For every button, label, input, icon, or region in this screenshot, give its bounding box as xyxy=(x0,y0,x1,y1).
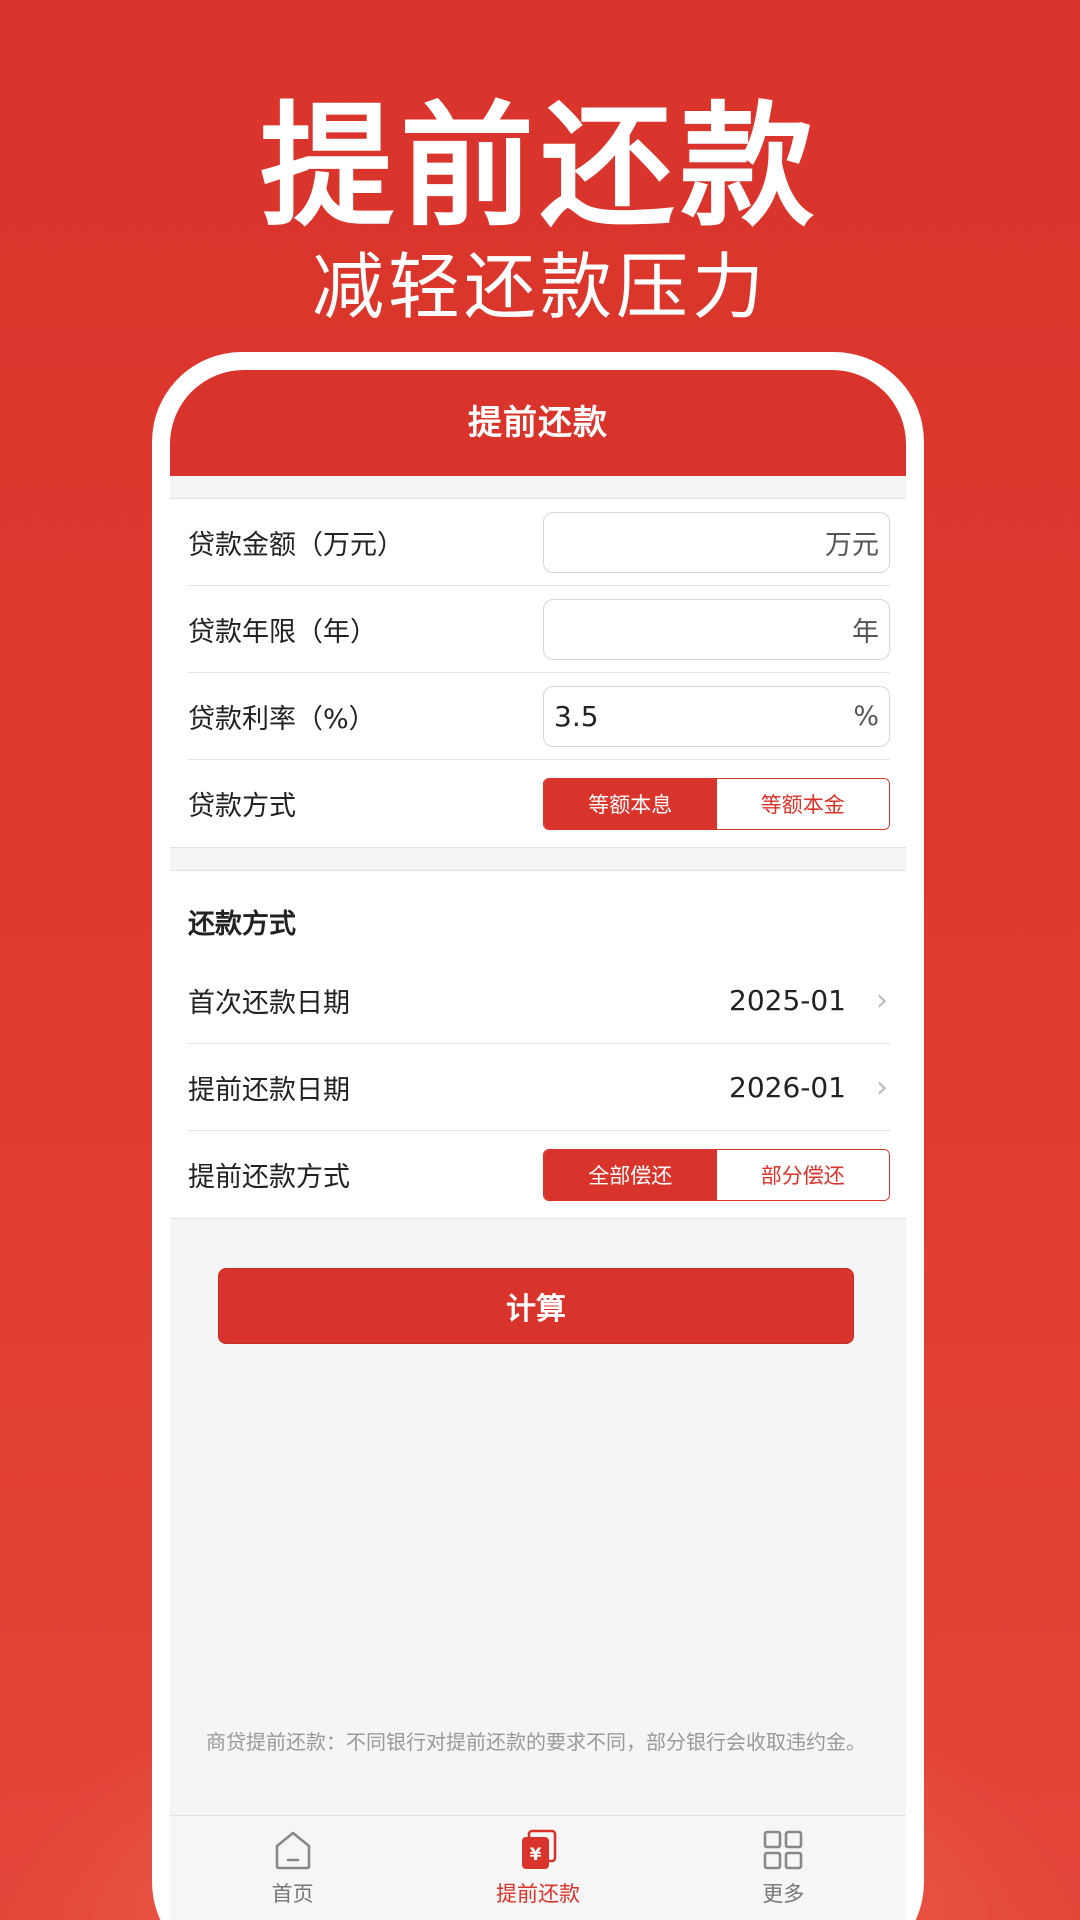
tab-more[interactable]: 更多 xyxy=(661,1816,906,1920)
prepay-date-value: 2026-01 xyxy=(729,1070,846,1104)
tab-home[interactable]: 首页 xyxy=(170,1816,415,1920)
loan-method-option-equal-payment[interactable]: 等额本息 xyxy=(544,778,717,829)
phone-frame: 提前还款 贷款金额（万元） 万元 贷款年限（年） 年 贷款利率（%） 3.5 %… xyxy=(152,352,924,1920)
prepay-method-option-full[interactable]: 全部偿还 xyxy=(544,1149,717,1200)
loan-rate-unit: % xyxy=(853,700,879,732)
loan-amount-unit: 万元 xyxy=(825,529,879,561)
tab-more-label: 更多 xyxy=(762,1882,805,1906)
loan-rate-label: 贷款利率（%） xyxy=(188,703,376,735)
tab-prepay-label: 提前还款 xyxy=(495,1882,580,1906)
calculate-button[interactable]: 计算 xyxy=(218,1268,854,1344)
prepay-method-option-partial[interactable]: 部分偿还 xyxy=(716,1149,889,1200)
app-title: 提前还款 xyxy=(170,370,906,476)
tab-home-label: 首页 xyxy=(271,1882,314,1906)
loan-rate-input[interactable] xyxy=(554,699,848,733)
first-date-value: 2025-01 xyxy=(729,983,846,1017)
prepay-method-row: 提前还款方式 全部偿还 部分偿还 xyxy=(188,1131,890,1218)
repay-section: 还款方式 首次还款日期 2025-01 › 提前还款日期 2026-01 › 提… xyxy=(170,870,906,1219)
loan-method-row: 贷款方式 等额本息 等额本金 xyxy=(188,760,890,847)
home-icon xyxy=(275,1831,310,1870)
loan-years-row: 贷款年限（年） 年 xyxy=(188,586,890,673)
loan-years-field[interactable]: 年 xyxy=(543,598,890,660)
loan-amount-field[interactable]: 万元 xyxy=(543,511,890,573)
prepay-date-row[interactable]: 提前还款日期 2026-01 › xyxy=(188,1044,890,1131)
loan-rate-field[interactable]: % xyxy=(543,685,890,747)
loan-years-label: 贷款年限（年） xyxy=(188,616,377,648)
bottom-tab-bar: 首页 ¥ 提前还款 更多 xyxy=(170,1815,906,1920)
chevron-right-icon: › xyxy=(876,982,888,1018)
prepay-notice: 商贷提前还款：不同银行对提前还款的要求不同，部分银行会收取违约金。 xyxy=(206,1730,866,1754)
loan-method-label: 贷款方式 xyxy=(188,791,296,822)
first-date-picker[interactable]: 2025-01 › xyxy=(729,983,890,1018)
first-date-label: 首次还款日期 xyxy=(188,987,350,1019)
svg-text:¥: ¥ xyxy=(530,1845,542,1865)
chevron-right-icon: › xyxy=(876,1069,888,1105)
prepay-method-segmented: 全部偿还 部分偿还 xyxy=(543,1148,890,1201)
loan-amount-label: 贷款金额（万元） xyxy=(188,529,404,561)
hero-title: 提前还款 xyxy=(259,89,820,245)
grid-icon xyxy=(764,1830,803,1870)
loan-amount-input[interactable] xyxy=(554,525,819,559)
prepay-date-label: 提前还款日期 xyxy=(188,1074,350,1106)
loan-years-input[interactable] xyxy=(554,612,846,646)
loan-years-unit: 年 xyxy=(852,616,879,648)
hero-subtitle: 减轻还款压力 xyxy=(311,245,768,329)
loan-method-option-equal-principal[interactable]: 等额本金 xyxy=(716,778,889,829)
loan-amount-row: 贷款金额（万元） 万元 xyxy=(188,499,890,586)
loan-section: 贷款金额（万元） 万元 贷款年限（年） 年 贷款利率（%） % xyxy=(170,498,906,848)
repay-section-header: 还款方式 xyxy=(188,909,296,940)
loan-method-segmented: 等额本息 等额本金 xyxy=(543,777,890,830)
prepay-icon: ¥ xyxy=(521,1829,557,1869)
tab-prepay[interactable]: ¥ 提前还款 xyxy=(415,1816,660,1920)
first-date-row[interactable]: 首次还款日期 2025-01 › xyxy=(188,957,890,1044)
prepay-method-label: 提前还款方式 xyxy=(188,1162,350,1193)
app-screen: 提前还款 贷款金额（万元） 万元 贷款年限（年） 年 贷款利率（%） 3.5 %… xyxy=(170,370,906,1920)
loan-rate-row: 贷款利率（%） % xyxy=(188,673,890,760)
prepay-date-picker[interactable]: 2026-01 › xyxy=(729,1070,890,1105)
